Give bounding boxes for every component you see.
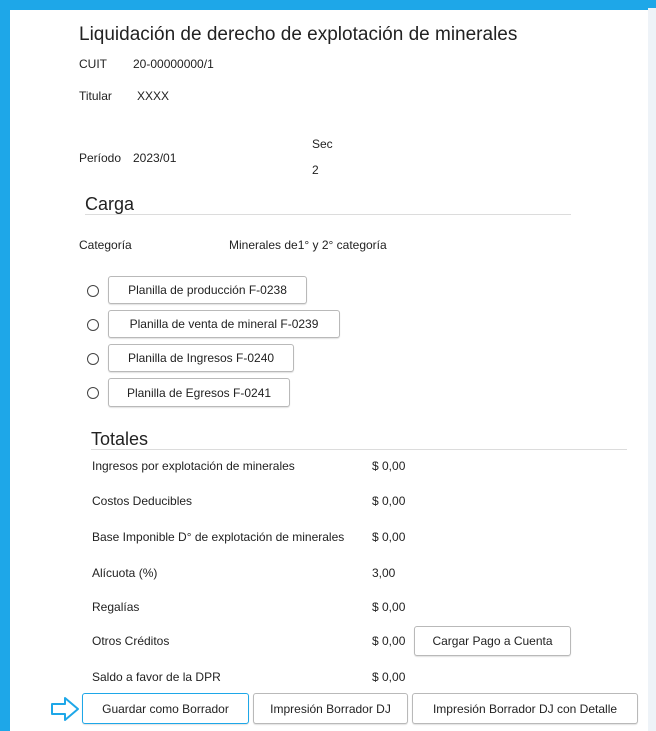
total-row-value: $ 0,00: [372, 634, 406, 648]
sec-label: Sec: [312, 137, 333, 151]
total-row-value: $ 0,00: [372, 494, 406, 508]
totales-divider: [91, 449, 627, 450]
planilla-egresos-button[interactable]: Planilla de Egresos F-0241: [108, 378, 290, 407]
window-top-border: [0, 0, 656, 10]
total-row-label: Costos Deducibles: [92, 494, 193, 508]
total-row-label: Alícuota (%): [92, 566, 158, 580]
planilla-venta-button[interactable]: Planilla de venta de mineral F-0239: [108, 310, 340, 338]
total-row-value: $ 0,00: [372, 459, 406, 473]
impresion-borrador-detalle-button[interactable]: Impresión Borrador DJ con Detalle: [412, 693, 638, 724]
total-row-label: Base Imponible D° de explotación de mine…: [92, 530, 345, 544]
titular-label: Titular: [79, 89, 112, 103]
periodo-label: Período: [79, 151, 122, 165]
titular-value: XXXX: [137, 89, 170, 103]
total-row-value: $ 0,00: [372, 670, 406, 684]
radio-planilla-produccion[interactable]: [87, 285, 99, 297]
sec-value: 2: [312, 163, 319, 177]
total-row-label: Ingresos por explotación de minerales: [92, 459, 295, 473]
cargar-pago-button[interactable]: Cargar Pago a Cuenta: [414, 626, 571, 656]
total-row-value: 3,00: [372, 566, 396, 580]
categoria-label: Categoría: [79, 238, 132, 252]
carga-divider: [85, 214, 571, 215]
total-row-label: Otros Créditos: [92, 634, 170, 648]
radio-planilla-venta[interactable]: [87, 319, 99, 331]
arrow-right-icon: [51, 697, 79, 721]
categoria-value: Minerales de1° y 2° categoría: [229, 238, 387, 252]
totales-heading: Totales: [91, 429, 149, 449]
carga-heading: Carga: [85, 194, 135, 214]
radio-planilla-egresos[interactable]: [87, 387, 99, 399]
cuit-value: 20-00000000/1: [133, 57, 214, 71]
page-title: Liquidación de derecho de explotación de…: [79, 24, 518, 45]
planilla-ingresos-button[interactable]: Planilla de Ingresos F-0240: [108, 344, 294, 372]
total-row-label: Saldo a favor de la DPR: [92, 670, 221, 684]
impresion-borrador-button[interactable]: Impresión Borrador DJ: [253, 693, 408, 724]
cuit-label: CUIT: [79, 57, 107, 71]
window-right-shadow: [648, 8, 656, 731]
total-row-value: $ 0,00: [372, 600, 406, 614]
total-row-value: $ 0,00: [372, 530, 406, 544]
periodo-value: 2023/01: [133, 151, 177, 165]
guardar-borrador-button[interactable]: Guardar como Borrador: [82, 693, 249, 724]
planilla-produccion-button[interactable]: Planilla de producción F-0238: [108, 276, 307, 304]
window-left-border: [0, 0, 10, 731]
total-row-label: Regalías: [92, 600, 140, 614]
radio-planilla-ingresos[interactable]: [87, 353, 99, 365]
